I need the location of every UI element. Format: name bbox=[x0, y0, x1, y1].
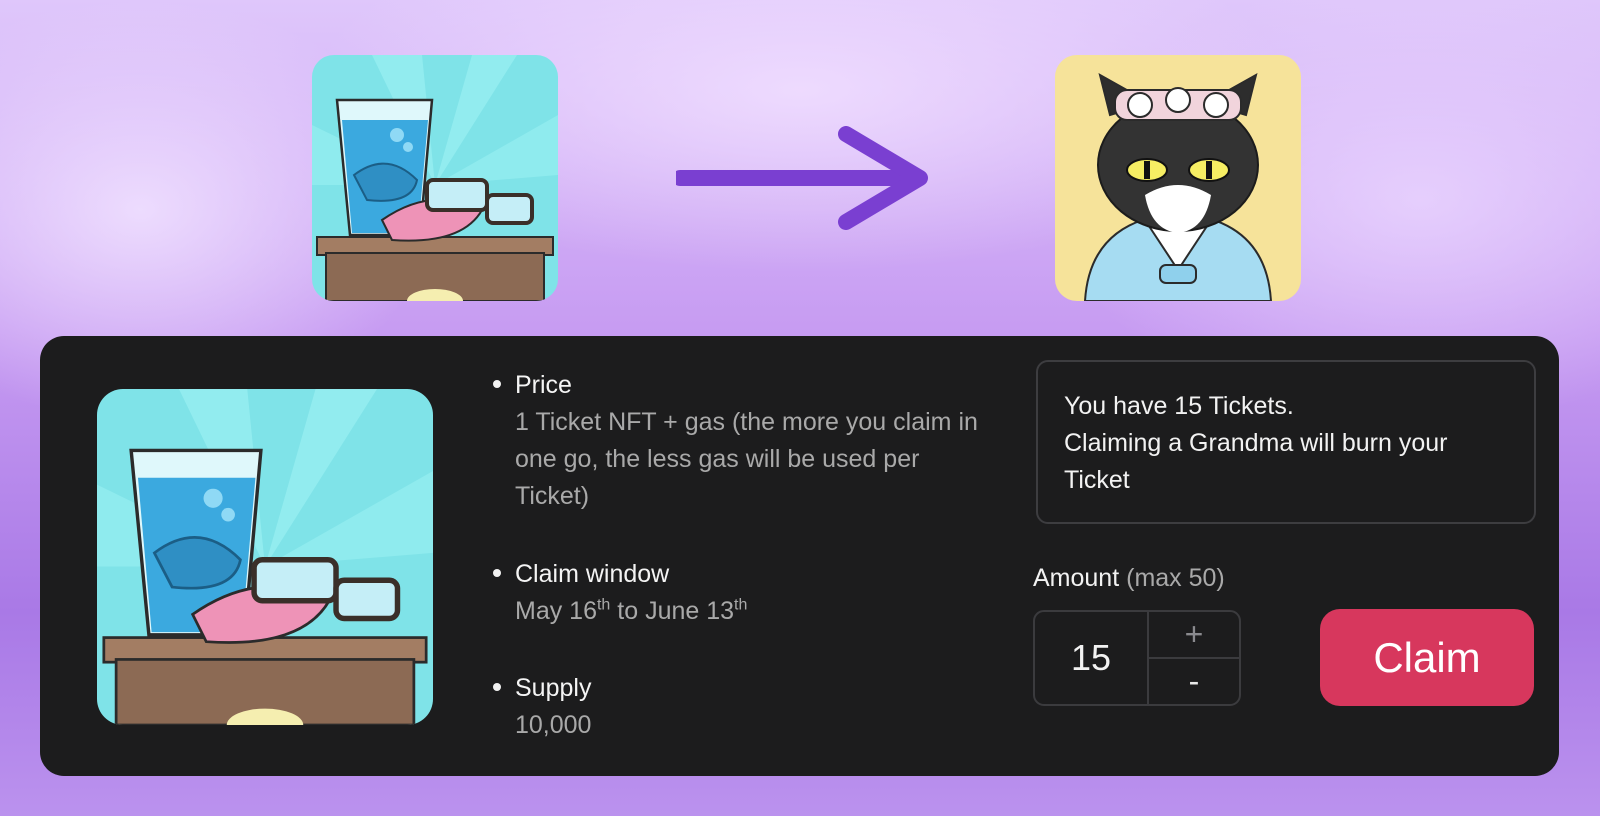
amount-label-text: Amount bbox=[1033, 564, 1120, 592]
arrow-right-icon bbox=[676, 126, 928, 230]
increment-button[interactable]: + bbox=[1149, 612, 1239, 659]
bullet-dot bbox=[493, 683, 501, 691]
price-value: 1 Ticket NFT + gas (the more you claim i… bbox=[515, 408, 978, 510]
ticket-nft-preview-illustration bbox=[97, 389, 433, 725]
supply-title: Supply bbox=[515, 674, 592, 702]
bullet-dot bbox=[493, 380, 501, 388]
claim-window-value: May 16th to June 13th bbox=[515, 596, 748, 625]
claim-panel: Price 1 Ticket NFT + gas (the more you c… bbox=[40, 336, 1559, 776]
grandma-cat-illustration bbox=[1055, 55, 1301, 301]
amount-label: Amount (max 50) bbox=[1033, 564, 1225, 593]
price-title: Price bbox=[515, 371, 572, 399]
decrement-button[interactable]: - bbox=[1149, 659, 1239, 704]
ticket-nft-preview bbox=[97, 389, 433, 725]
bullet-dot bbox=[493, 569, 501, 577]
notice-line-2: Claiming a Grandma will burn your bbox=[1064, 429, 1448, 457]
amount-max: (max 50) bbox=[1126, 564, 1225, 592]
supply-value: 10,000 bbox=[515, 711, 592, 739]
ticket-nft-illustration bbox=[312, 55, 558, 301]
claim-button[interactable]: Claim bbox=[1320, 609, 1534, 706]
claim-window-title: Claim window bbox=[515, 560, 670, 588]
ticket-nft-image bbox=[312, 55, 558, 301]
amount-input[interactable]: 15 bbox=[1035, 612, 1149, 704]
grandma-cat-image bbox=[1055, 55, 1301, 301]
ticket-notice: You have 15 Tickets. Claiming a Grandma … bbox=[1036, 360, 1536, 524]
amount-stepper: 15 + - bbox=[1033, 610, 1241, 706]
notice-line-3: Ticket bbox=[1064, 466, 1130, 494]
notice-line-1: You have 15 Tickets. bbox=[1064, 392, 1294, 420]
